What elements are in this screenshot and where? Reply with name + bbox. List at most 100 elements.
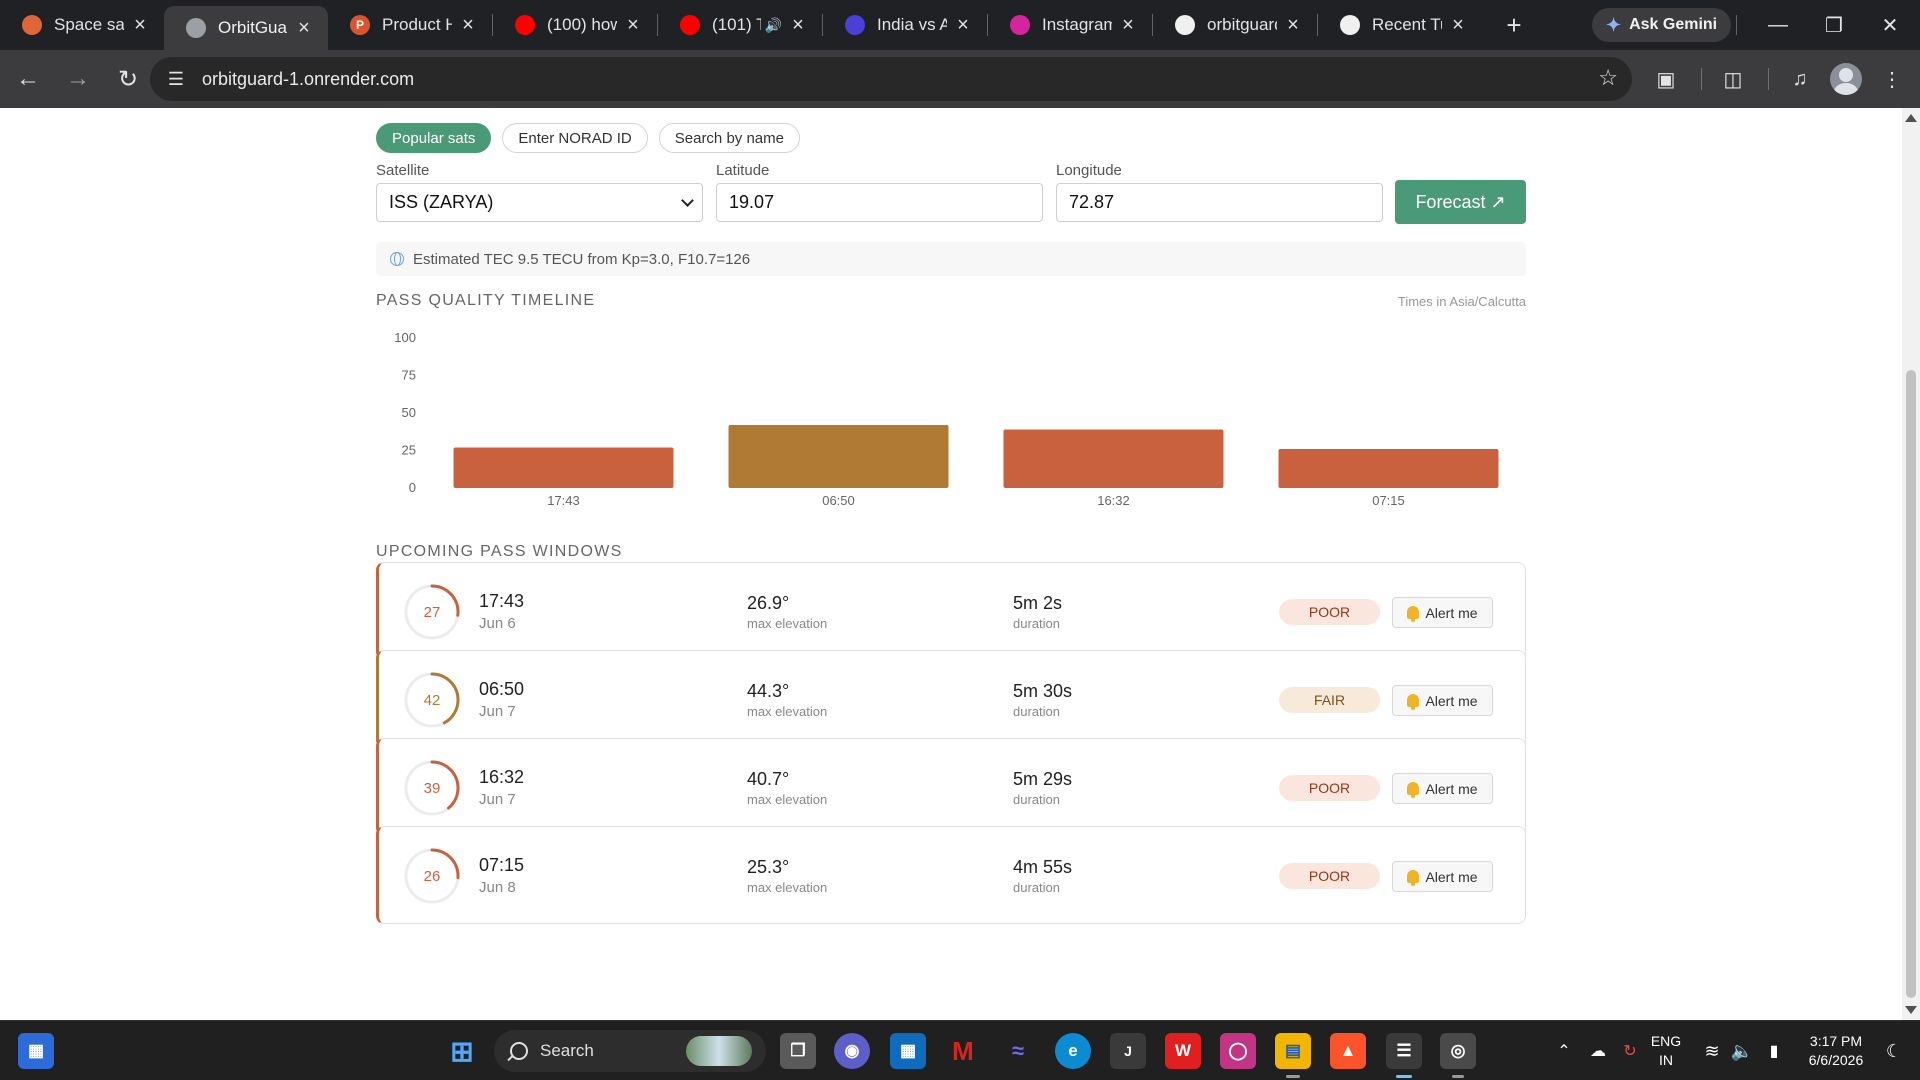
pass-time: 17:43 — [479, 591, 525, 611]
cast-search-icon[interactable]: ◫ — [1711, 57, 1755, 101]
browser-tab[interactable]: Instagram × — [988, 0, 1152, 50]
tab-close-icon[interactable]: × — [788, 14, 808, 37]
quality-badge: POOR — [1279, 863, 1380, 889]
brave-browser-icon[interactable]: ▲ — [1330, 1033, 1366, 1069]
scroll-up-arrow-icon[interactable] — [1905, 114, 1917, 122]
search-highlight-image — [686, 1036, 752, 1066]
mode-search-by-name[interactable]: Search by name — [658, 123, 800, 153]
quality-badge: FAIR — [1279, 687, 1380, 713]
edge-browser-icon[interactable]: e — [1055, 1033, 1091, 1069]
tab-close-icon[interactable]: × — [458, 14, 478, 37]
chart-bar[interactable] — [728, 425, 949, 488]
tab-close-icon[interactable]: × — [1118, 14, 1138, 37]
tab-close-icon[interactable]: × — [1283, 14, 1303, 37]
tab-close-icon[interactable]: × — [953, 14, 973, 37]
back-arrow-icon[interactable]: ← — [6, 57, 50, 101]
extensions-puzzle-icon[interactable]: ▣ — [1644, 57, 1688, 101]
browser-tab[interactable]: (100) how i × — [493, 0, 657, 50]
tab-title: (101) Tl — [712, 15, 761, 34]
meet-video-icon[interactable]: ◉ — [834, 1033, 870, 1069]
browser-tab[interactable]: orbitguard × — [1153, 0, 1317, 50]
battery-icon[interactable]: ▮ — [1756, 1033, 1792, 1069]
latitude-value: 19.07 — [729, 192, 775, 212]
file-explorer-icon[interactable]: ▤ — [1275, 1033, 1311, 1069]
url-text[interactable]: orbitguard-1.onrender.com — [202, 69, 414, 90]
sync-status-icon[interactable]: ↻ — [1612, 1033, 1648, 1069]
copilot-icon[interactable]: ≈ — [1000, 1033, 1036, 1069]
alert-me-button[interactable]: Alert me — [1392, 861, 1493, 892]
max-elevation-value: 26.9° — [747, 593, 790, 613]
restore-icon[interactable]: ❐ — [1806, 0, 1862, 50]
microsoft-store-icon[interactable]: ▦ — [890, 1033, 926, 1069]
browser-tab[interactable]: (101) Tl🔊 × — [658, 0, 822, 50]
alert-me-button[interactable]: Alert me — [1392, 773, 1493, 804]
instagram-app-icon[interactable]: ◯ — [1220, 1033, 1256, 1069]
profile-avatar[interactable] — [1830, 63, 1862, 95]
tab-close-icon[interactable]: × — [1448, 14, 1468, 37]
ask-gemini-button[interactable]: ✦ Ask Gemini — [1592, 8, 1732, 42]
browser-tab[interactable]: P Product Hu × — [328, 0, 492, 50]
reload-icon[interactable]: ↻ — [106, 57, 150, 101]
forecast-button[interactable]: Forecast ↗ — [1395, 180, 1526, 224]
menu-dots-icon[interactable]: ⋮ — [1870, 57, 1914, 101]
close-window-icon[interactable]: ✕ — [1862, 0, 1918, 50]
tab-close-icon[interactable]: × — [294, 17, 314, 40]
max-elevation-value: 44.3° — [747, 681, 790, 701]
clock[interactable]: 3:17 PM 6/6/2026 — [1796, 1032, 1876, 1070]
longitude-input[interactable]: 72.87 — [1056, 183, 1383, 222]
windows-start-icon[interactable]: ⊞ — [444, 1033, 480, 1069]
address-bar[interactable]: ☰ orbitguard-1.onrender.com ☆ — [150, 57, 1632, 101]
obs-recorder-icon[interactable]: ◎ — [1440, 1033, 1476, 1069]
satellite-select-value: ISS (ZARYA) — [389, 192, 494, 212]
tab-close-icon[interactable]: × — [623, 14, 643, 37]
alert-me-button[interactable]: Alert me — [1392, 597, 1493, 628]
mode-enter-norad-id[interactable]: Enter NORAD ID — [502, 123, 648, 153]
bell-icon — [1407, 870, 1420, 886]
tray-overflow-chevron-icon[interactable]: ⌃ — [1546, 1033, 1582, 1069]
volume-icon[interactable]: 🔈 — [1724, 1033, 1760, 1069]
scrollbar-thumb[interactable] — [1906, 370, 1916, 998]
browser-tab[interactable]: OrbitGuard × — [164, 6, 328, 50]
pass-card: 42 06:50 Jun 7 44.3° max elevation 5m 30s dura… — [376, 650, 1526, 748]
forward-arrow-icon[interactable]: → — [56, 57, 100, 101]
mcafee-shield-icon[interactable]: M — [945, 1033, 981, 1069]
pass-date: Jun 7 — [479, 791, 516, 808]
satellite-label: Satellite — [376, 162, 430, 179]
browser-tab[interactable]: Space satel × — [0, 0, 164, 50]
media-queue-icon[interactable]: ♫ — [1778, 57, 1822, 101]
mode-popular-sats[interactable]: Popular sats — [376, 123, 492, 153]
satellite-select[interactable]: ISS (ZARYA) — [376, 183, 703, 222]
duration-value: 5m 29s — [1013, 769, 1073, 789]
alert-me-label: Alert me — [1425, 780, 1478, 797]
new-tab-button[interactable]: + — [1494, 5, 1534, 45]
browser-tab[interactable]: India vs Afg × — [823, 0, 987, 50]
y-tick-label: 0 — [409, 480, 416, 495]
jetbrains-icon[interactable]: J — [1110, 1033, 1146, 1069]
wps-office-icon[interactable]: W — [1165, 1033, 1201, 1069]
chart-bar[interactable] — [1003, 429, 1224, 489]
chart-bar[interactable] — [453, 447, 674, 489]
bookmark-star-icon[interactable]: ☆ — [1598, 65, 1618, 91]
notification-moon-icon[interactable]: ☾ — [1876, 1033, 1912, 1069]
scroll-down-arrow-icon[interactable] — [1905, 1006, 1917, 1014]
latitude-input[interactable]: 19.07 — [716, 183, 1043, 222]
alert-me-label: Alert me — [1425, 692, 1478, 709]
site-settings-icon[interactable]: ☰ — [154, 57, 198, 101]
taskbar-search[interactable]: Search — [494, 1030, 766, 1072]
task-view-icon[interactable]: ❐ — [780, 1033, 816, 1069]
notepad-icon[interactable]: ☰ — [1386, 1033, 1422, 1069]
browser-tab[interactable]: Recent Turk × — [1318, 0, 1482, 50]
onedrive-cloud-icon[interactable]: ☁ — [1580, 1033, 1616, 1069]
language-indicator[interactable]: ENG IN — [1648, 1032, 1684, 1070]
bell-icon — [1407, 606, 1420, 622]
x-tick-label: 07:15 — [1372, 493, 1405, 508]
widgets-icon[interactable]: ▦ — [18, 1033, 54, 1069]
speaker-icon[interactable]: 🔊 — [765, 17, 782, 34]
globe-favicon-icon — [186, 18, 206, 38]
minimize-icon[interactable]: — — [1750, 0, 1806, 50]
page-scrollbar[interactable] — [1902, 108, 1920, 1020]
github-favicon-icon — [1175, 15, 1195, 35]
tab-close-icon[interactable]: × — [130, 14, 150, 37]
chart-bar[interactable] — [1278, 449, 1499, 488]
alert-me-button[interactable]: Alert me — [1392, 685, 1493, 716]
